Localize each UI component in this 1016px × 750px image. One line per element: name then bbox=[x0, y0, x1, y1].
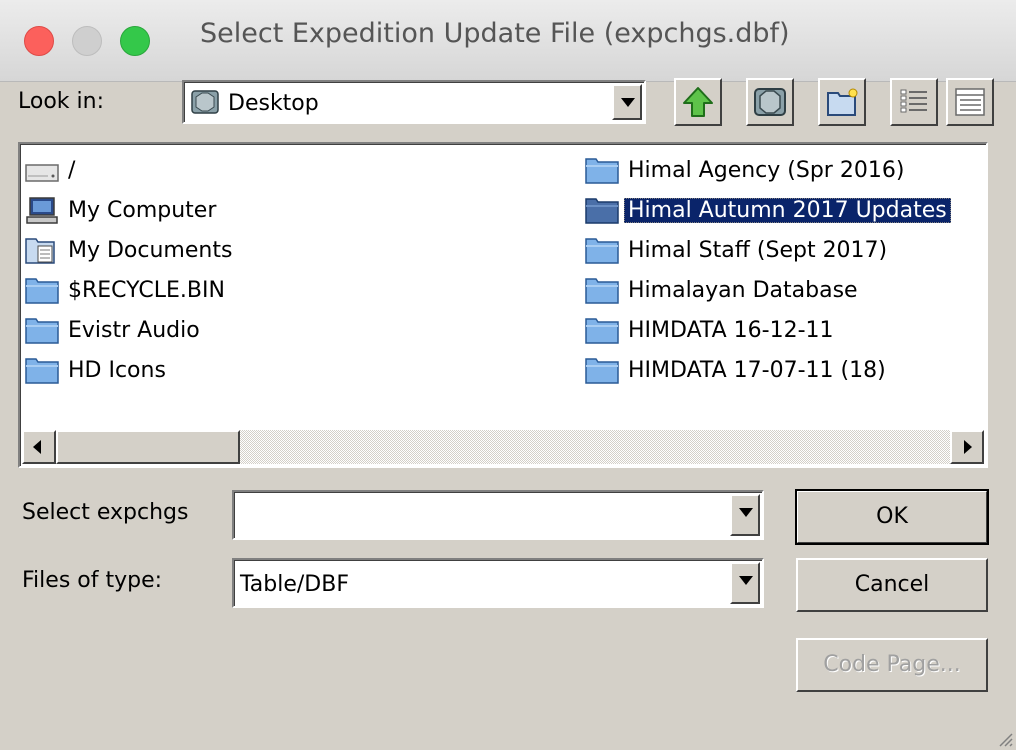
select-expchgs-dropdown-button[interactable] bbox=[730, 494, 760, 536]
list-item[interactable]: / bbox=[24, 152, 79, 188]
file-name: HD Icons bbox=[68, 357, 166, 383]
list-view-button[interactable] bbox=[890, 78, 938, 126]
files-of-type-dropdown-button[interactable] bbox=[730, 562, 760, 604]
folder-icon bbox=[585, 318, 619, 344]
close-button[interactable] bbox=[24, 26, 54, 56]
select-expchgs-label: Select expchgs bbox=[22, 500, 189, 525]
horizontal-scrollbar[interactable] bbox=[22, 430, 984, 464]
desktop-icon bbox=[754, 88, 786, 116]
window-title: Select Expedition Update File (expchgs.d… bbox=[200, 18, 790, 49]
file-dialog-window: Select Expedition Update File (expchgs.d… bbox=[0, 0, 1016, 750]
documents-folder-icon bbox=[25, 238, 55, 264]
maximize-button[interactable] bbox=[120, 26, 150, 56]
files-of-type-label: Files of type: bbox=[22, 568, 163, 593]
list-item[interactable]: HD Icons bbox=[24, 352, 170, 388]
up-folder-button[interactable] bbox=[674, 78, 722, 126]
file-name: My Documents bbox=[68, 237, 233, 263]
file-name: Evistr Audio bbox=[68, 317, 200, 343]
desktop-icon bbox=[191, 90, 219, 114]
files-of-type-dropdown[interactable]: Table/DBF bbox=[232, 558, 764, 608]
file-name: HIMDATA 17-07-11 (18) bbox=[628, 357, 886, 383]
new-folder-icon bbox=[827, 88, 858, 116]
file-name: $RECYCLE.BIN bbox=[68, 277, 225, 303]
drive-icon bbox=[25, 164, 59, 182]
list-item[interactable]: Evistr Audio bbox=[24, 312, 204, 348]
list-item[interactable]: Himalayan Database bbox=[584, 272, 862, 308]
scroll-left-button[interactable] bbox=[22, 430, 56, 464]
list-item[interactable]: HIMDATA 16-12-11 bbox=[584, 312, 838, 348]
file-list[interactable]: / My Computer My Documents $RECYCLE.BIN … bbox=[18, 142, 988, 468]
files-of-type-value: Table/DBF bbox=[240, 572, 349, 597]
resize-grip-icon[interactable] bbox=[996, 730, 1014, 748]
list-item-selected[interactable]: Himal Autumn 2017 Updates bbox=[584, 192, 951, 228]
list-item[interactable]: Himal Staff (Sept 2017) bbox=[584, 232, 891, 268]
file-name: Himal Autumn 2017 Updates bbox=[624, 197, 951, 223]
list-item[interactable]: My Computer bbox=[24, 192, 220, 228]
scroll-right-button[interactable] bbox=[950, 430, 984, 464]
file-name: Himal Staff (Sept 2017) bbox=[628, 237, 888, 263]
details-view-button[interactable] bbox=[946, 78, 994, 126]
list-item[interactable]: $RECYCLE.BIN bbox=[24, 272, 229, 308]
title-bar[interactable]: Select Expedition Update File (expchgs.d… bbox=[0, 0, 1016, 82]
file-name: Himal Agency (Spr 2016) bbox=[628, 157, 905, 183]
scroll-thumb[interactable] bbox=[56, 430, 240, 464]
select-expchgs-input[interactable] bbox=[232, 490, 764, 540]
code-page-button[interactable]: Code Page... bbox=[796, 638, 988, 692]
look-in-dropdown[interactable]: Desktop bbox=[182, 80, 646, 124]
details-view-icon bbox=[955, 88, 985, 116]
file-name: Himalayan Database bbox=[628, 277, 858, 303]
new-folder-button[interactable] bbox=[818, 78, 866, 126]
look-in-dropdown-button[interactable] bbox=[612, 84, 642, 120]
folder-icon bbox=[585, 198, 619, 224]
file-name: / bbox=[68, 157, 76, 183]
folder-icon bbox=[585, 158, 619, 184]
file-name: My Computer bbox=[68, 197, 217, 223]
folder-icon bbox=[25, 358, 59, 384]
look-in-label: Look in: bbox=[18, 89, 104, 114]
folder-icon bbox=[585, 358, 619, 384]
cancel-button[interactable]: Cancel bbox=[796, 558, 988, 612]
up-folder-icon bbox=[683, 87, 713, 117]
list-item[interactable]: My Documents bbox=[24, 232, 236, 268]
ok-button[interactable]: OK bbox=[795, 489, 989, 545]
folder-icon bbox=[585, 238, 619, 264]
computer-icon bbox=[26, 197, 58, 224]
folder-icon bbox=[25, 318, 59, 344]
desktop-button[interactable] bbox=[746, 78, 794, 126]
look-in-value: Desktop bbox=[228, 91, 319, 116]
file-name: HIMDATA 16-12-11 bbox=[628, 317, 834, 343]
minimize-button[interactable] bbox=[72, 26, 102, 56]
folder-icon bbox=[25, 278, 59, 304]
list-view-icon bbox=[900, 89, 927, 113]
folder-icon bbox=[585, 278, 619, 304]
list-item[interactable]: HIMDATA 17-07-11 (18) bbox=[584, 352, 890, 388]
list-item[interactable]: Himal Agency (Spr 2016) bbox=[584, 152, 908, 188]
